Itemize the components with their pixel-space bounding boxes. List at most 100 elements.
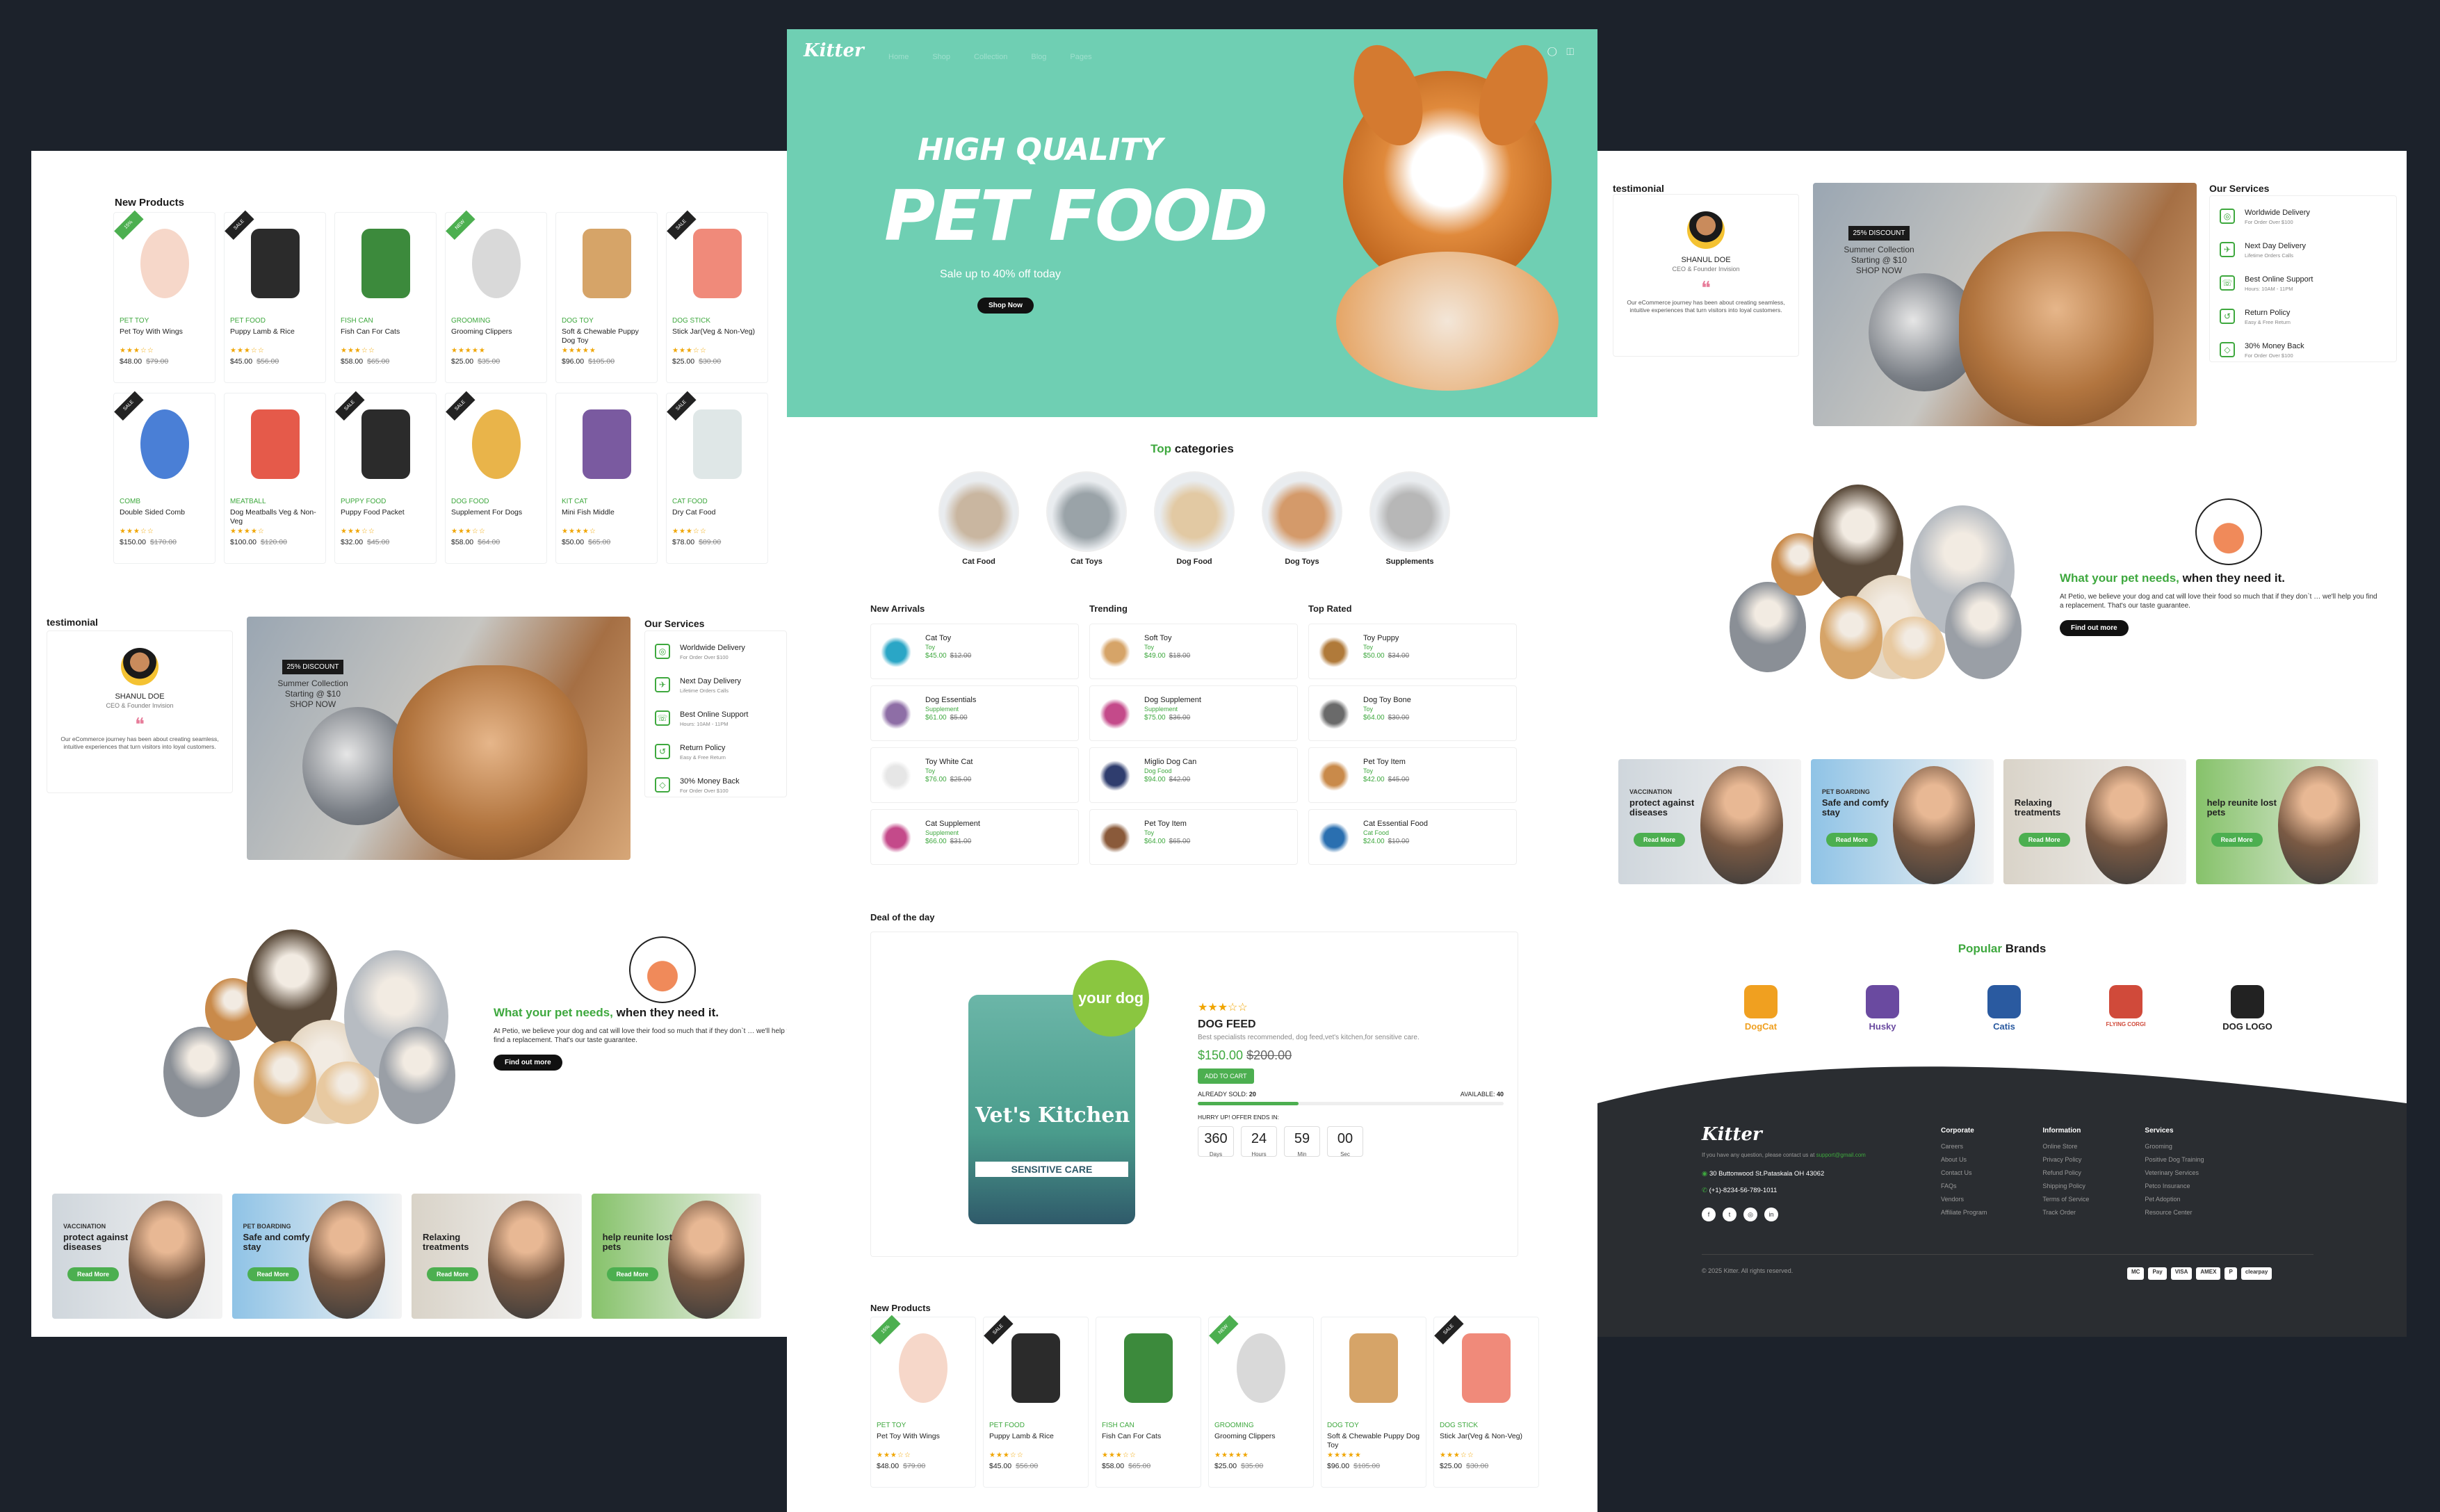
discount-banner-right[interactable]: 25% DISCOUNT Summer Collection Starting … [1813,183,2197,426]
product-card[interactable]: 15% PET TOY Pet Toy With Wings ★★★☆☆ $48.00 $… [870,1315,976,1488]
product-card[interactable]: MEATBALL Dog Meatballs Veg & Non-Veg ★★★★☆… [224,393,326,564]
social-icon[interactable]: f [1702,1208,1716,1221]
read-more-button[interactable]: Read More [67,1267,120,1281]
list-item-name[interactable]: Cat Essential Food [1363,820,1516,828]
nav-link[interactable]: Collection [974,53,1007,61]
nav-link[interactable]: Home [888,53,909,61]
footer-link[interactable]: Resource Center [2145,1209,2204,1216]
product-card[interactable]: SALE PET FOOD Puppy Lamb & Rice ★★★☆☆ $45.00… [224,210,326,383]
footer-logo[interactable]: Kitter [1702,1124,1762,1145]
category-item[interactable]: Cat Food [938,471,1019,566]
product-name[interactable]: Dog Meatballs Veg & Non-Veg [230,508,320,526]
product-category[interactable]: DOG TOY [1327,1422,1420,1429]
category-label[interactable]: Cat Food [938,558,1019,566]
list-item-name[interactable]: Soft Toy [1144,634,1297,642]
category-item[interactable]: Cat Toys [1046,471,1127,566]
list-item[interactable]: Toy Puppy Toy $50.00 $34.00 [1308,624,1517,679]
nav-link[interactable]: Pages [1070,53,1091,61]
product-name[interactable]: Fish Can For Cats [341,327,430,346]
list-item-name[interactable]: Dog Supplement [1144,696,1297,704]
nav-link[interactable]: Shop [932,53,950,61]
product-name[interactable]: Pet Toy With Wings [877,1432,970,1450]
list-item[interactable]: Dog Essentials Supplement $61.00 $5.00 [870,685,1079,741]
list-item-name[interactable]: Toy Puppy [1363,634,1516,642]
product-card[interactable]: SALE PET FOOD Puppy Lamb & Rice ★★★☆☆ $45.00… [983,1315,1089,1488]
product-card[interactable]: SALE DOG STICK Stick Jar(Veg & Non-Veg) ★★★… [666,210,768,383]
product-name[interactable]: Stick Jar(Veg & Non-Veg) [1440,1432,1533,1450]
list-item-name[interactable]: Dog Toy Bone [1363,696,1516,704]
list-item[interactable]: Cat Toy Toy $45.00 $12.00 [870,624,1079,679]
find-out-more-button[interactable]: Find out more [494,1055,562,1071]
list-item[interactable]: Pet Toy Item Toy $64.00 $65.00 [1089,809,1298,865]
read-more-button[interactable]: Read More [427,1267,479,1281]
footer-link[interactable]: Pet Adoption [2145,1196,2204,1203]
nav-link[interactable]: Blog [1031,53,1046,61]
promo-card[interactable]: help reunite lost pets Read More [2195,759,2379,884]
product-name[interactable]: Soft & Chewable Puppy Dog Toy [562,327,651,346]
product-name[interactable]: Double Sided Comb [120,508,209,526]
category-label[interactable]: Supplements [1369,558,1450,566]
product-category[interactable]: KIT CAT [562,498,651,505]
product-card[interactable]: SALE COMB Double Sided Comb ★★★☆☆ $150.00 $17… [113,391,215,564]
product-category[interactable]: DOG STICK [672,317,762,325]
list-item-name[interactable]: Dog Essentials [925,696,1078,704]
social-icon[interactable]: t [1723,1208,1737,1221]
list-item[interactable]: Dog Supplement Supplement $75.00 $36.00 [1089,685,1298,741]
product-name[interactable]: Grooming Clippers [451,327,541,346]
product-category[interactable]: PET FOOD [230,317,320,325]
read-more-button[interactable]: Read More [1634,833,1686,847]
product-card[interactable]: DOG TOY Soft & Chewable Puppy Dog Toy ★★★★… [555,212,658,383]
product-card[interactable]: SALE DOG STICK Stick Jar(Veg & Non-Veg) ★★★… [1433,1315,1539,1488]
site-logo[interactable]: Kitter [804,40,864,61]
promo-card[interactable]: help reunite lost pets Read More [591,1194,762,1319]
read-more-button[interactable]: Read More [247,1267,299,1281]
product-category[interactable]: FISH CAN [1102,1422,1195,1429]
footer-link[interactable]: Online Store [2042,1143,2089,1150]
product-card[interactable]: NEW GROOMING Grooming Clippers ★★★★★ $25.00 $… [1208,1315,1314,1488]
product-name[interactable]: Dry Cat Food [672,508,762,526]
brand-logo[interactable]: DOG LOGO [2209,985,2286,1032]
product-card[interactable]: FISH CAN Fish Can For Cats ★★★☆☆ $58.00 $65.… [334,212,437,383]
promo-card[interactable]: VACCINATION protect against diseases Read … [1618,759,1801,884]
product-name[interactable]: Fish Can For Cats [1102,1432,1195,1450]
promo-card[interactable]: Relaxing treatments Read More [2003,759,2186,884]
list-item[interactable]: Cat Essential Food Cat Food $24.00 $10.00 [1308,809,1517,865]
product-card[interactable]: FISH CAN Fish Can For Cats ★★★☆☆ $58.00 $65.… [1096,1317,1201,1488]
footer-link[interactable]: FAQs [1941,1182,1987,1189]
read-more-button[interactable]: Read More [2211,833,2263,847]
list-item[interactable]: Cat Supplement Supplement $66.00 $31.00 [870,809,1079,865]
shop-now-button[interactable]: Shop Now [977,298,1034,314]
category-label[interactable]: Cat Toys [1046,558,1127,566]
product-category[interactable]: GROOMING [1214,1422,1308,1429]
read-more-button[interactable]: Read More [2018,833,2070,847]
product-name[interactable]: Puppy Food Packet [341,508,430,526]
promo-card[interactable]: PET BOARDING Safe and comfy stay Read More [231,1194,402,1319]
product-card[interactable]: SALE PUPPY FOOD Puppy Food Packet ★★★☆☆ $32.… [334,391,437,564]
product-name[interactable]: Puppy Lamb & Rice [989,1432,1082,1450]
list-item-name[interactable]: Pet Toy Item [1363,758,1516,766]
read-more-button[interactable]: Read More [1825,833,1878,847]
footer-link[interactable]: Terms of Service [2042,1196,2089,1203]
product-name[interactable]: Supplement For Dogs [451,508,541,526]
category-label[interactable]: Dog Toys [1262,558,1342,566]
product-category[interactable]: COMB [120,498,209,505]
footer-email[interactable]: support@gmail.com [1816,1152,1866,1158]
footer-link[interactable]: Contact Us [1941,1169,1987,1176]
category-item[interactable]: Supplements [1369,471,1450,566]
product-category[interactable]: PET TOY [120,317,209,325]
social-icon[interactable]: ◎ [1743,1208,1757,1221]
footer-link[interactable]: Refund Policy [2042,1169,2089,1176]
find-out-more-button[interactable]: Find out more [2060,620,2129,636]
footer-link[interactable]: Privacy Policy [2042,1156,2089,1163]
product-category[interactable]: DOG STICK [1440,1422,1533,1429]
product-name[interactable]: Mini Fish Middle [562,508,651,526]
product-name[interactable]: Grooming Clippers [1214,1432,1308,1450]
footer-link[interactable]: Track Order [2042,1209,2089,1216]
footer-link[interactable]: Grooming [2145,1143,2204,1150]
product-category[interactable]: MEATBALL [230,498,320,505]
footer-link[interactable]: Careers [1941,1143,1987,1150]
list-item[interactable]: Toy White Cat Toy $76.00 $25.00 [870,747,1079,803]
product-card[interactable]: SALE CAT FOOD Dry Cat Food ★★★☆☆ $78.00 $89.0… [666,391,768,564]
brand-logo[interactable]: FLYING CORGI [2088,985,2164,1027]
list-item[interactable]: Soft Toy Toy $49.00 $18.00 [1089,624,1298,679]
